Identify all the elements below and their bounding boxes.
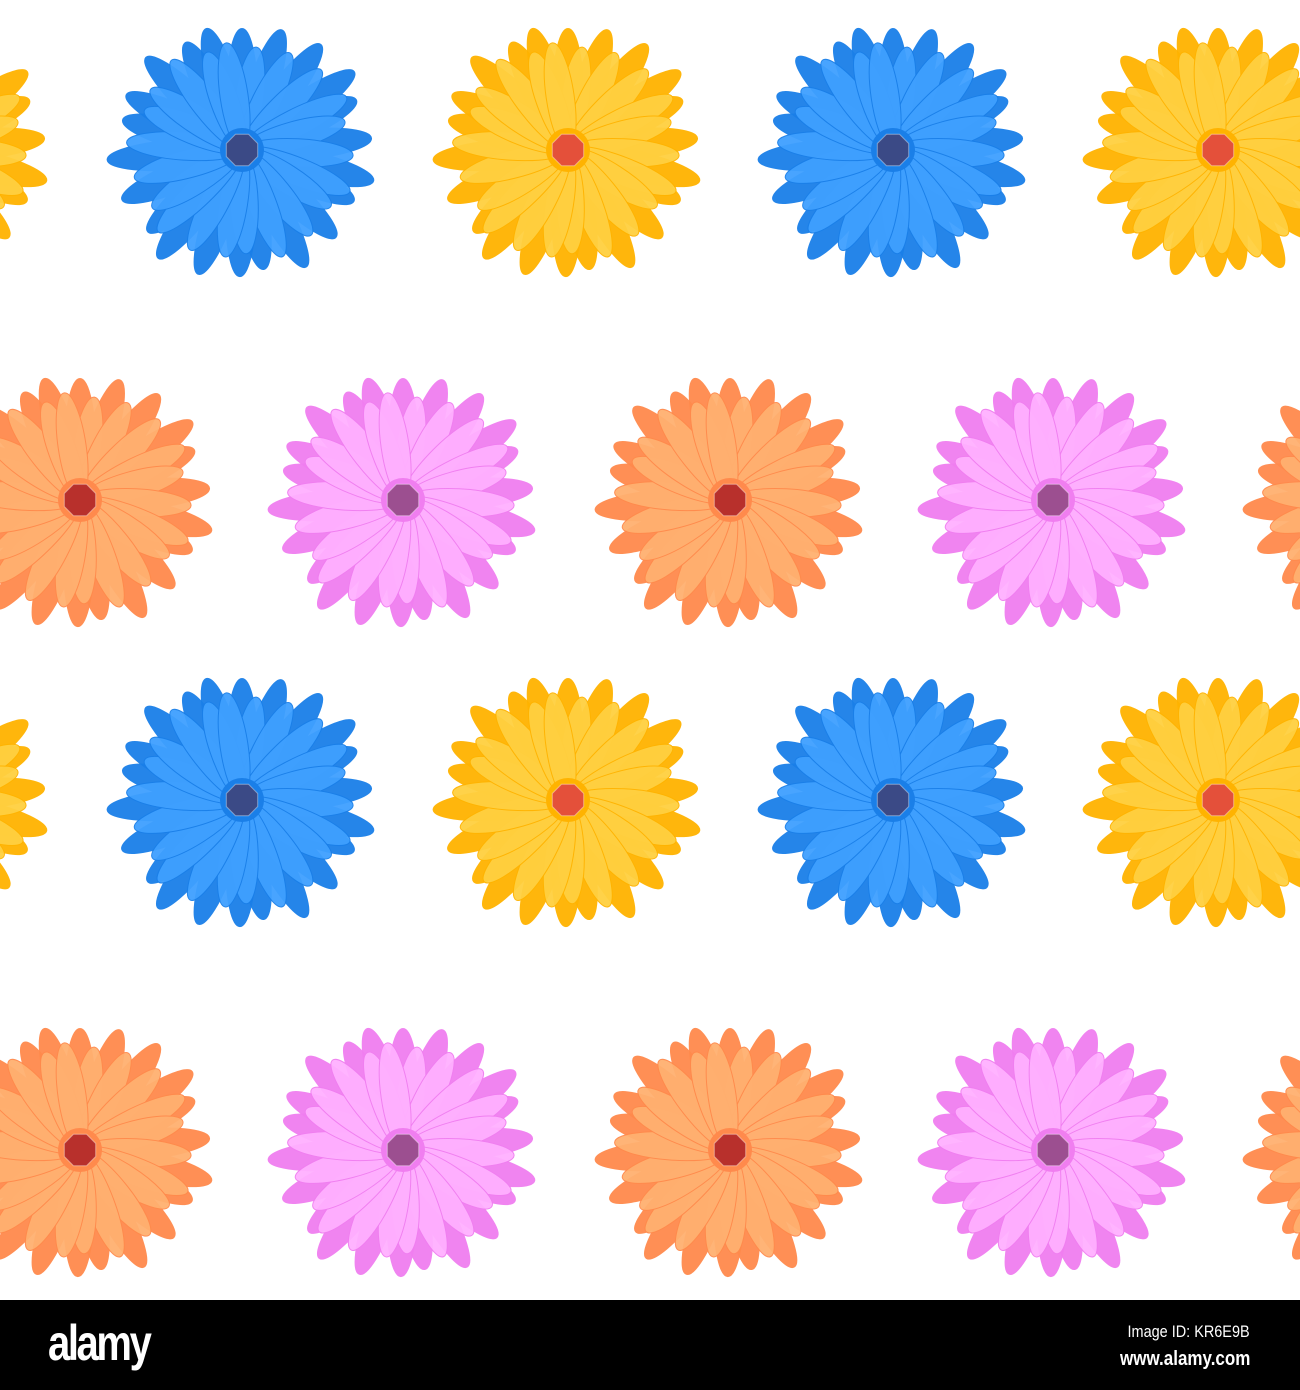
flower-center [876,133,910,167]
flower-yellow [0,69,48,240]
flower-salmon [1242,1055,1300,1260]
flower-center [63,1133,97,1167]
flower-center [1036,1133,1070,1167]
flower-pink [267,1027,536,1278]
flower-blue [106,27,375,278]
flower-center [876,783,910,817]
flower-blue [106,677,375,928]
flower-pink [267,377,536,628]
flower-yellow [1082,677,1300,928]
flower-center [1036,483,1070,517]
flower-salmon [594,1027,863,1278]
flower-salmon [0,377,213,628]
flower-salmon [1242,405,1300,610]
flower-blue [757,27,1026,278]
flower-center [225,783,259,817]
flower-center [551,133,585,167]
flower-salmon [594,377,863,628]
flower-yellow [0,719,48,890]
site-url: www.alamy.com [1119,1348,1250,1370]
flower-pattern [0,27,1300,1278]
flower-pink [917,377,1186,628]
flower-pink [917,1027,1186,1278]
flower-center [551,783,585,817]
stock-image: alamy Image ID: KR6E9B www.alamy.com [0,0,1300,1390]
flower-yellow [432,677,701,928]
flower-center [63,483,97,517]
flower-yellow [1082,27,1300,278]
flower-center [225,133,259,167]
image-id: Image ID: KR6E9B [1127,1322,1250,1341]
flower-yellow [432,27,701,278]
watermark-footer: alamy Image ID: KR6E9B www.alamy.com [0,1300,1300,1390]
flower-center [1201,133,1235,167]
flower-salmon [0,1027,213,1278]
flower-blue [757,677,1026,928]
flower-center [1201,783,1235,817]
flower-center [386,1133,420,1167]
alamy-logo: alamy [48,1315,152,1371]
flower-center [713,483,747,517]
flower-center [713,1133,747,1167]
flower-center [386,483,420,517]
